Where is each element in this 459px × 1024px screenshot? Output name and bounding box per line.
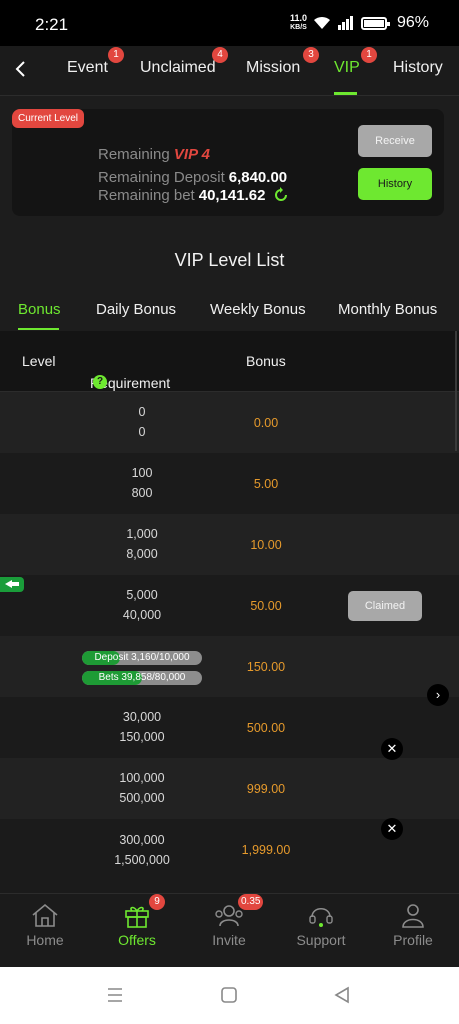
row-bonus: 10.00 (250, 538, 282, 552)
signal-icon (337, 16, 353, 30)
top-tabs: Event 1 Unclaimed 4 Mission 3 VIP 1 Hist… (0, 46, 459, 96)
bets-progress-text: Bets 39,858/80,000 (98, 672, 186, 683)
scrollbar[interactable] (455, 331, 457, 451)
tab-monthly-bonus[interactable]: Monthly Bonus (338, 301, 437, 318)
table-row: 100,000 500,000 999.00 (0, 758, 459, 819)
status-bar: 2:21 11.0 KB/S 96% (0, 0, 459, 46)
current-level-pointer-icon (0, 577, 24, 592)
row-bonus: 500.00 (246, 721, 286, 735)
status-icons: 11.0 KB/S 96% (290, 14, 429, 32)
tab-weekly-bonus[interactable]: Weekly Bonus (210, 301, 306, 318)
bottom-nav: Home Offers 9 Invite 0.35 Support Profil… (0, 893, 459, 967)
tab-unclaimed-badge: 4 (212, 47, 228, 63)
tab-history[interactable]: History (393, 59, 443, 77)
row-bonus: 0.00 (253, 416, 279, 430)
vip-level-list-title: VIP Level List (174, 250, 285, 270)
bets-progress-bar: Bets 39,858/80,000 (82, 671, 202, 685)
remaining-vip-row: Remaining VIP 4 (98, 146, 211, 163)
recent-apps-icon[interactable] (106, 987, 124, 1003)
nav-profile[interactable]: Profile (368, 902, 458, 948)
table-row: 1,000 8,000 10.00 (0, 514, 459, 575)
tab-unclaimed[interactable]: Unclaimed (140, 59, 216, 77)
help-icon[interactable]: ? (93, 375, 107, 389)
home-icon (32, 903, 58, 927)
row-bonus: 1,999.00 (241, 843, 291, 857)
deposit-progress-bar: Deposit 3,160/10,000 (82, 651, 202, 665)
nav-invite[interactable]: Invite (184, 902, 274, 948)
remaining-deposit-row: Remaining Deposit 6,840.00 (98, 169, 288, 186)
row-requirement: 1,000 8,000 (126, 527, 158, 561)
receive-button[interactable]: Receive (358, 125, 432, 157)
nav-home[interactable]: Home (0, 902, 90, 948)
back-icon[interactable] (10, 58, 32, 80)
tab-mission[interactable]: Mission (246, 59, 300, 77)
headset-icon (309, 907, 333, 927)
remaining-bet-row: Remaining bet 40,141.62 (98, 187, 289, 204)
network-speed: 11.0 KB/S (289, 13, 307, 32)
bonus-tabs: Bonus Daily Bonus Weekly Bonus Monthly B… (0, 293, 459, 331)
tab-mission-badge: 3 (303, 47, 319, 63)
tab-vip[interactable]: VIP (334, 59, 360, 77)
row-bonus: 5.00 (253, 477, 279, 491)
row-requirement: 5,000 40,000 (122, 588, 162, 622)
table-row: 100 800 5.00 (0, 453, 459, 514)
status-time: 2:21 (35, 15, 69, 34)
home-button-icon[interactable] (220, 986, 238, 1004)
target-vip-level: VIP 4 (173, 146, 211, 163)
tab-active-indicator (334, 92, 357, 95)
system-nav-bar (0, 967, 459, 1024)
gift-icon (125, 906, 149, 928)
battery-icon (360, 16, 390, 30)
header-bonus: Bonus (246, 353, 286, 369)
row-requirement: 300,000 1,500,000 (114, 833, 170, 867)
row-requirement: 100 800 (131, 466, 153, 500)
table-row: Deposit 3,160/10,000 Bets 39,858/80,000 … (0, 636, 459, 697)
nav-support[interactable]: Support (276, 902, 366, 948)
close-icon[interactable]: ✕ (381, 818, 403, 840)
bonus-tab-indicator (18, 328, 59, 330)
battery-percent: 96% (396, 14, 429, 31)
invite-badge: 0.35 (238, 894, 264, 910)
row-bonus: 50.00 (250, 599, 282, 613)
history-button[interactable]: History (358, 168, 432, 200)
row-requirement: 30,000 150,000 (119, 710, 165, 744)
wifi-icon (313, 16, 330, 29)
row-bonus: 150.00 (246, 660, 286, 674)
profile-icon (402, 904, 424, 928)
back-button-icon[interactable] (333, 986, 351, 1004)
close-icon[interactable]: ✕ (381, 738, 403, 760)
row-requirement: 00 (138, 405, 146, 439)
tab-event[interactable]: Event (67, 59, 108, 77)
table-header: Level Requirement? Bonus (0, 331, 459, 392)
refresh-icon[interactable] (273, 187, 289, 203)
current-level-card: Current Level Remaining VIP 4 Remaining … (12, 109, 444, 216)
remaining-bet-value: 40,141.62 (198, 187, 266, 204)
header-level: Level (22, 353, 56, 369)
offers-badge: 9 (149, 894, 165, 910)
tab-daily-bonus[interactable]: Daily Bonus (96, 301, 176, 318)
nav-offers[interactable]: Offers (92, 902, 182, 948)
table-row: 5,000 40,000 50.00 Claimed (0, 575, 459, 636)
row-requirement: 100,000 500,000 (119, 771, 165, 805)
row-bonus: 999.00 (246, 782, 286, 796)
remaining-deposit-value: 6,840.00 (228, 169, 288, 186)
tab-bonus[interactable]: Bonus (18, 301, 61, 318)
tab-event-badge: 1 (108, 47, 124, 63)
chevron-right-icon[interactable]: › (427, 684, 449, 706)
current-level-tag: Current Level (12, 109, 85, 128)
table-row: 00 0.00 (0, 392, 459, 453)
tab-vip-badge: 1 (361, 47, 377, 63)
deposit-progress-text: Deposit 3,160/10,000 (94, 652, 190, 663)
claimed-button[interactable]: Claimed (348, 591, 422, 621)
